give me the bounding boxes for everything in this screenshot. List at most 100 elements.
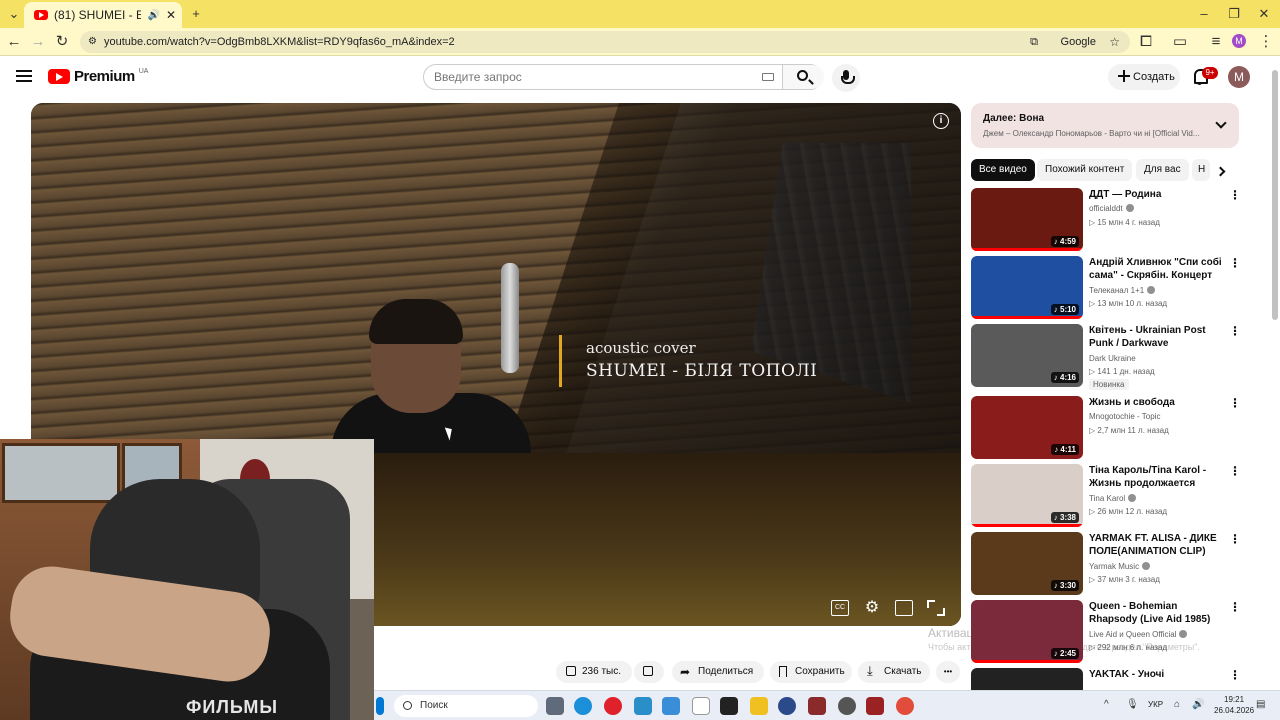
settings-gear-icon[interactable]: ⚙ bbox=[863, 600, 881, 616]
list-item[interactable]: ♪ 4:59 ДДТ — Родина officialddt ▷ 15 млн… bbox=[971, 188, 1245, 252]
download-button[interactable]: ⤓ Скачать bbox=[858, 661, 930, 683]
up-next-panel[interactable]: Далее: Вона Джем – Олександр Пономарьов … bbox=[971, 103, 1239, 148]
back-arrow-icon[interactable]: ← bbox=[4, 32, 24, 52]
audio-playing-icon[interactable]: 🔊 bbox=[147, 10, 159, 21]
video-title[interactable]: ДДТ — Родина bbox=[1089, 188, 1223, 201]
network-icon[interactable]: ⌂ bbox=[1174, 699, 1180, 710]
start-menu-icon[interactable] bbox=[376, 697, 384, 715]
list-item[interactable]: ♪ 5:10 Андрій Хливнюк "Спи собі сама" - … bbox=[971, 256, 1245, 320]
hamburger-menu-icon[interactable] bbox=[16, 70, 32, 82]
video-thumbnail[interactable]: ♪ 4:59 bbox=[971, 188, 1083, 251]
chip-new[interactable]: Н bbox=[1192, 159, 1210, 181]
new-tab-icon[interactable]: + bbox=[186, 4, 206, 24]
video-title[interactable]: Queen - Bohemian Rhapsody (Live Aid 1985… bbox=[1089, 600, 1223, 626]
more-actions-button[interactable]: ••• bbox=[936, 661, 960, 683]
fullscreen-icon[interactable] bbox=[927, 600, 945, 616]
list-item[interactable]: YAKTAK - Уночі ⋮ bbox=[971, 668, 1245, 690]
like-button[interactable]: 236 тыс. bbox=[556, 661, 632, 683]
edge-browser-icon[interactable] bbox=[574, 697, 592, 715]
forward-arrow-icon[interactable]: → bbox=[28, 32, 48, 52]
file-manager-icon[interactable] bbox=[750, 697, 768, 715]
channel-name[interactable]: Dark Ukraine bbox=[1089, 354, 1136, 363]
voice-search-mic-icon[interactable] bbox=[832, 64, 860, 92]
input-language[interactable]: УКР bbox=[1148, 700, 1163, 709]
video-title[interactable]: YAKTAK - Уночі bbox=[1089, 668, 1223, 681]
channel-name[interactable]: Live Aid и Queen Official bbox=[1089, 630, 1188, 639]
video-title[interactable]: Квітень - Ukrainian Post Punk / Darkwave bbox=[1089, 324, 1223, 350]
install-app-icon[interactable]: ⧉ bbox=[1030, 31, 1038, 53]
address-bar[interactable]: ⚙ youtube.com/watch?v=OdgBmb8LXKM&list=R… bbox=[80, 31, 1130, 53]
create-button[interactable]: Создать bbox=[1108, 64, 1180, 90]
channel-name[interactable]: Телеканал 1+1 bbox=[1089, 286, 1156, 295]
video-title[interactable]: Андрій Хливнюк "Спи собі сама" - Скрябін… bbox=[1089, 256, 1223, 282]
task-view-icon[interactable] bbox=[546, 697, 564, 715]
more-options-icon[interactable]: ⋮ bbox=[1229, 397, 1241, 409]
steam-icon[interactable] bbox=[838, 697, 856, 715]
extensions-icon[interactable]: ⧠ bbox=[1136, 32, 1156, 52]
share-button[interactable]: ➦ Поделиться bbox=[672, 661, 764, 683]
reading-mode-icon[interactable]: ▭ bbox=[1170, 32, 1190, 52]
video-thumbnail[interactable]: ♪ 3:38 bbox=[971, 464, 1083, 527]
list-item[interactable]: ♪ 3:38 Тіна Кароль/Tina Karol - Жизнь пр… bbox=[971, 464, 1245, 528]
chrome-browser-icon[interactable] bbox=[896, 697, 914, 715]
more-options-icon[interactable]: ⋮ bbox=[1229, 533, 1241, 545]
tab-close-icon[interactable]: ✕ bbox=[166, 8, 176, 22]
video-thumbnail[interactable]: ♪ 5:10 bbox=[971, 256, 1083, 319]
window-close-icon[interactable]: ✕ bbox=[1254, 4, 1274, 24]
profile-avatar-icon[interactable]: M bbox=[1232, 34, 1246, 48]
chevron-right-icon[interactable] bbox=[1215, 166, 1226, 177]
video-title[interactable]: Жизнь и свобода bbox=[1089, 396, 1223, 409]
notepad-icon[interactable] bbox=[692, 697, 710, 715]
reload-icon[interactable]: ↻ bbox=[52, 32, 72, 52]
chip-for-you[interactable]: Для вас bbox=[1136, 159, 1189, 181]
chip-related[interactable]: Похожий контент bbox=[1037, 159, 1133, 181]
opera-browser-icon[interactable] bbox=[604, 697, 622, 715]
search-button[interactable] bbox=[782, 65, 824, 89]
channel-name[interactable]: Tina Karol bbox=[1089, 494, 1137, 503]
audio-app-icon[interactable] bbox=[720, 697, 738, 715]
account-avatar[interactable]: M bbox=[1228, 66, 1250, 88]
minimize-icon[interactable]: – bbox=[1194, 4, 1214, 24]
taskbar-search[interactable]: Поиск bbox=[394, 695, 538, 717]
list-item[interactable]: ♪ 3:30 YARMAK FT. ALISA - ДИКЕ ПОЛЕ(ANIM… bbox=[971, 532, 1245, 596]
volume-icon[interactable]: 🔊 bbox=[1192, 699, 1204, 710]
video-thumbnail[interactable]: ♪ 2:45 bbox=[971, 600, 1083, 663]
store-icon[interactable] bbox=[662, 697, 680, 715]
video-title[interactable]: Тіна Кароль/Tina Karol - Жизнь продолжае… bbox=[1089, 464, 1223, 490]
taskbar-clock[interactable]: 19:21 26.04.2026 bbox=[1214, 694, 1254, 716]
youtube-premium-logo[interactable]: Premium UA bbox=[48, 68, 148, 85]
save-button[interactable]: Сохранить bbox=[770, 661, 852, 683]
list-item[interactable]: ♪ 2:45 Queen - Bohemian Rhapsody (Live A… bbox=[971, 600, 1245, 664]
chip-all-videos[interactable]: Все видео bbox=[971, 159, 1035, 181]
scrollbar-thumb[interactable] bbox=[1272, 70, 1278, 320]
list-item[interactable]: ♪ 4:16 Квітень - Ukrainian Post Punk / D… bbox=[971, 324, 1245, 390]
more-options-icon[interactable]: ⋮ bbox=[1229, 465, 1241, 477]
theater-mode-icon[interactable] bbox=[895, 600, 913, 616]
browser-tab-active[interactable]: (81) SHUMEI - Біля Тополі 🔊 ✕ bbox=[24, 2, 182, 28]
browser-menu-icon[interactable]: ⋮ bbox=[1256, 32, 1276, 52]
recorder-app-icon[interactable] bbox=[866, 697, 884, 715]
notifications-icon[interactable]: ▤ bbox=[1256, 699, 1265, 710]
video-thumbnail[interactable]: ♪ 3:30 bbox=[971, 532, 1083, 595]
search-input[interactable] bbox=[424, 65, 780, 89]
bookmark-star-icon[interactable]: ☆ bbox=[1109, 31, 1120, 53]
telegram-icon[interactable] bbox=[634, 697, 652, 715]
tray-overflow-icon[interactable]: ^ bbox=[1104, 699, 1109, 710]
list-item[interactable]: ♪ 4:11 Жизнь и свобода Mnogotochie - Top… bbox=[971, 396, 1245, 460]
maximize-icon[interactable]: ❐ bbox=[1224, 4, 1244, 24]
video-thumbnail[interactable]: ♪ 4:11 bbox=[971, 396, 1083, 459]
video-thumbnail[interactable]: ♪ 4:16 bbox=[971, 324, 1083, 387]
more-options-icon[interactable]: ⋮ bbox=[1229, 601, 1241, 613]
channel-name[interactable]: Yarmak Music bbox=[1089, 562, 1151, 571]
media-control-icon[interactable]: ≡ bbox=[1206, 32, 1226, 52]
more-options-icon[interactable]: ⋮ bbox=[1229, 257, 1241, 269]
app-globe-icon[interactable] bbox=[778, 697, 796, 715]
video-title[interactable]: YARMAK FT. ALISA - ДИКЕ ПОЛЕ(ANIMATION C… bbox=[1089, 532, 1223, 558]
channel-name[interactable]: officialddt bbox=[1089, 204, 1134, 213]
page-scrollbar[interactable] bbox=[1270, 56, 1280, 690]
tab-list-chevron-icon[interactable]: ⌄ bbox=[4, 4, 24, 24]
keyboard-icon[interactable] bbox=[762, 73, 774, 81]
more-options-icon[interactable]: ⋮ bbox=[1229, 189, 1241, 201]
game-app-icon[interactable] bbox=[808, 697, 826, 715]
subtitles-cc-icon[interactable]: CC bbox=[831, 600, 849, 616]
